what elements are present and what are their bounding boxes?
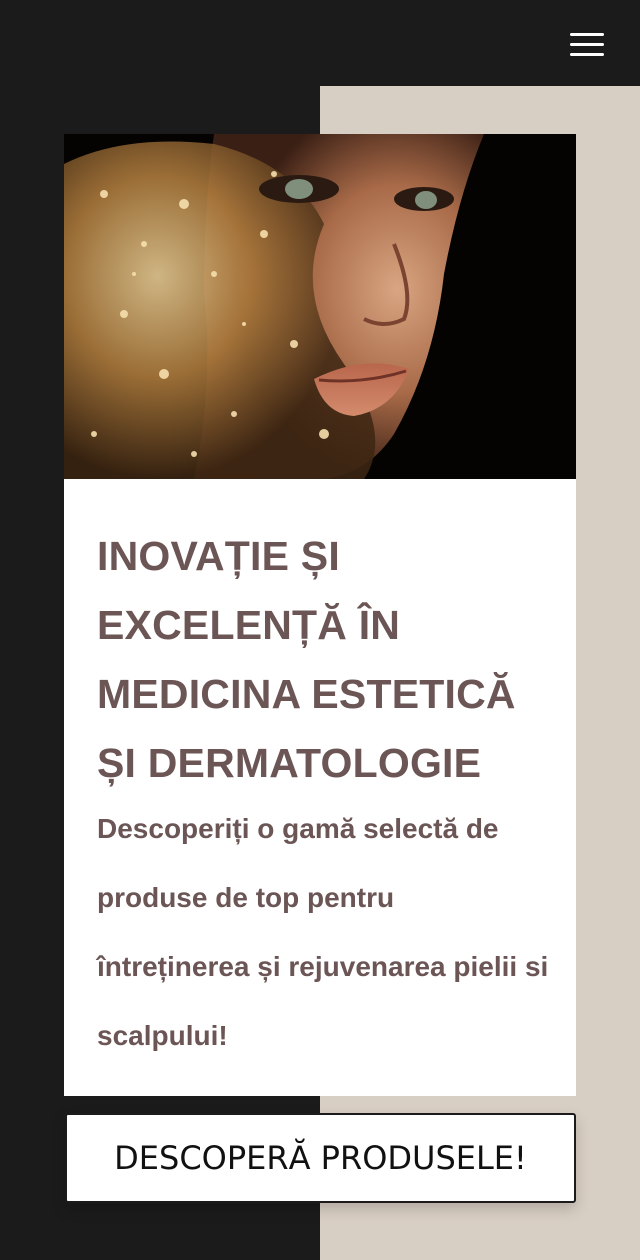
hero-card: Inovație și excelență în medicina esteti… <box>64 134 576 1096</box>
discover-products-button[interactable]: DESCOPERĂ PRODUSELE! <box>65 1113 576 1203</box>
menu-line <box>570 33 604 36</box>
hero-subtext: Descoperiți o gamă selectă de produse de… <box>97 813 549 1051</box>
hamburger-menu-icon[interactable] <box>568 30 606 62</box>
menu-line <box>570 43 604 46</box>
top-bar <box>0 0 640 86</box>
menu-line <box>570 53 604 56</box>
hero-image <box>64 134 576 479</box>
hero-headline: Inovație și excelență în medicina esteti… <box>97 533 516 786</box>
